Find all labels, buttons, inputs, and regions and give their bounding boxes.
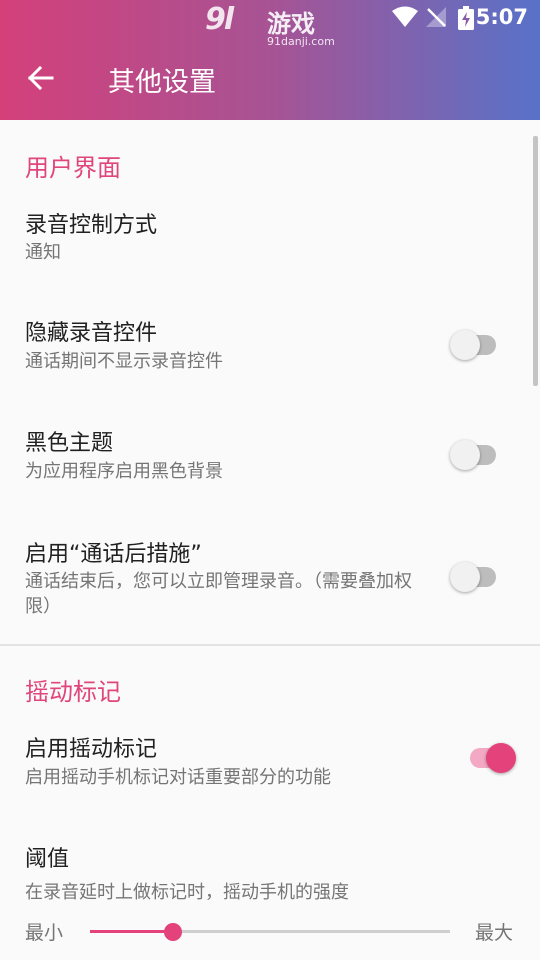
dark-theme-switch[interactable] bbox=[450, 435, 504, 475]
watermark-text: 游戏 bbox=[267, 10, 315, 38]
toolbar: 其他设置 bbox=[0, 36, 540, 120]
arrow-back-icon bbox=[27, 65, 54, 91]
slider-fill bbox=[90, 930, 173, 933]
setting-title: 黑色主题 bbox=[25, 431, 114, 456]
switch-thumb bbox=[486, 743, 516, 773]
setting-hide-controls[interactable]: 隐藏录音控件 通话期间不显示录音控件 bbox=[0, 300, 540, 408]
section-divider bbox=[0, 644, 540, 646]
section-title-shake: 摇动标记 bbox=[25, 678, 121, 706]
shake-mark-switch[interactable] bbox=[462, 738, 516, 778]
switch-thumb bbox=[450, 562, 480, 592]
slider-min-label: 最小 bbox=[25, 922, 64, 944]
setting-title: 阈值 bbox=[25, 847, 70, 872]
setting-summary: 在录音延时上做标记时，摇动手机的强度 bbox=[25, 882, 349, 903]
status-time: 5:07 bbox=[475, 5, 528, 29]
setting-title: 隐藏录音控件 bbox=[25, 321, 158, 346]
back-button[interactable] bbox=[24, 58, 60, 98]
slider-thumb[interactable] bbox=[163, 923, 182, 941]
switch-thumb bbox=[450, 330, 480, 360]
watermark-logo: 9l 游戏 91danji.com bbox=[205, 2, 335, 48]
setting-summary: 启用摇动手机标记对话重要部分的功能 bbox=[25, 767, 331, 788]
settings-list: 用户界面 录音控制方式 通知 隐藏录音控件 通话期间不显示录音控件 黑色主题 为… bbox=[0, 120, 540, 960]
page-title: 其他设置 bbox=[108, 67, 216, 98]
slider-max-label: 最大 bbox=[475, 922, 514, 944]
setting-recording-control[interactable]: 录音控制方式 通知 bbox=[0, 192, 540, 296]
hide-controls-switch[interactable] bbox=[450, 325, 504, 365]
setting-summary: 通知 bbox=[25, 242, 61, 263]
setting-summary: 通话期间不显示录音控件 bbox=[25, 351, 223, 372]
switch-thumb bbox=[450, 440, 480, 470]
setting-shake-mark[interactable]: 启用摇动标记 启用摇动手机标记对话重要部分的功能 bbox=[0, 716, 540, 810]
setting-title: 录音控制方式 bbox=[25, 213, 158, 238]
status-bar: 9l 游戏 91danji.com 5:07 bbox=[0, 0, 540, 48]
watermark-logo-mark: 9l bbox=[205, 2, 234, 37]
setting-title: 启用“通话后措施” bbox=[25, 542, 202, 567]
section-title-ui: 用户界面 bbox=[25, 154, 121, 182]
setting-after-call[interactable]: 启用“通话后措施” 通话结束后，您可以立即管理录音。（需要叠加权限） bbox=[0, 520, 540, 640]
setting-dark-theme[interactable]: 黑色主题 为应用程序启用黑色背景 bbox=[0, 410, 540, 518]
setting-summary: 为应用程序启用黑色背景 bbox=[25, 461, 223, 482]
after-call-switch[interactable] bbox=[450, 557, 504, 597]
setting-title: 启用摇动标记 bbox=[25, 737, 158, 762]
wifi-icon bbox=[392, 6, 418, 32]
battery-charging-icon bbox=[458, 6, 474, 34]
no-signal-icon bbox=[425, 6, 447, 32]
app-header: 9l 游戏 91danji.com 5:07 其他设置 bbox=[0, 0, 540, 120]
threshold-slider[interactable] bbox=[90, 920, 450, 944]
setting-summary: 通话结束后，您可以立即管理录音。（需要叠加权限） bbox=[25, 571, 412, 617]
